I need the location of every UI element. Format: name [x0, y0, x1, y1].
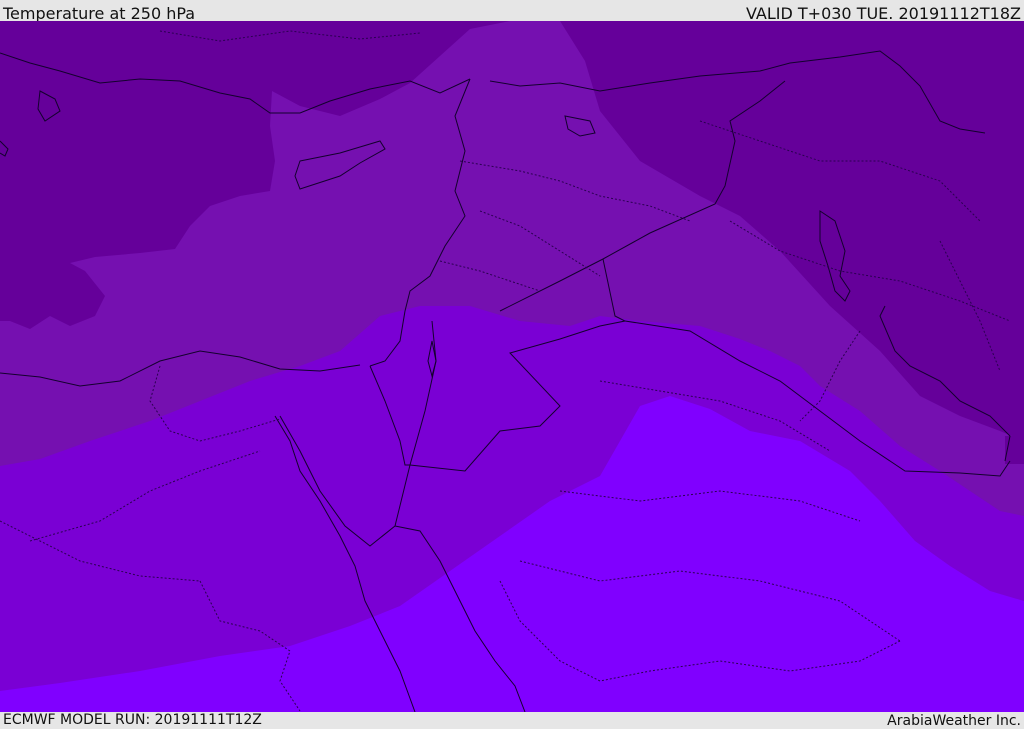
- temperature-map: [0, 21, 1024, 712]
- band-coldest-patch: [1005, 436, 1024, 464]
- model-run: ECMWF MODEL RUN: 20191111T12Z: [3, 712, 262, 728]
- credit: ArabiaWeather Inc.: [887, 713, 1021, 729]
